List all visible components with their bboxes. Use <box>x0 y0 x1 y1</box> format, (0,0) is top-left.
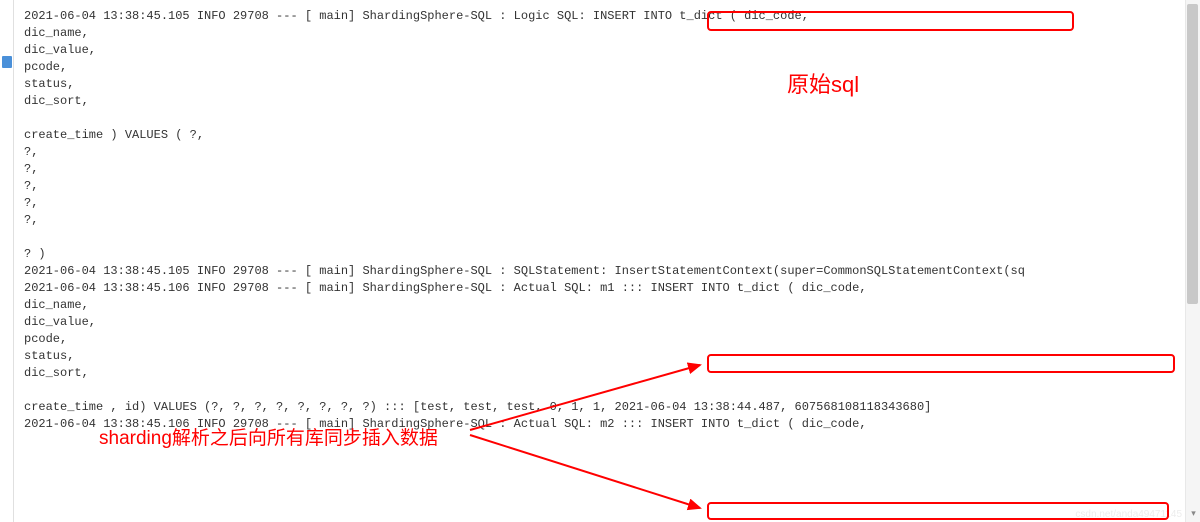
log-line: dic_name, <box>24 297 1200 314</box>
log-line <box>24 229 1200 246</box>
vertical-scrollbar[interactable]: ▾ <box>1185 0 1200 522</box>
log-line: status, <box>24 76 1200 93</box>
log-line: ?, <box>24 212 1200 229</box>
console-output[interactable]: 2021-06-04 13:38:45.105 INFO 29708 --- [… <box>0 0 1200 433</box>
log-line: ? ) <box>24 246 1200 263</box>
log-line: 2021-06-04 13:38:45.105 INFO 29708 --- [… <box>24 8 1200 25</box>
arrow-to-m2-icon <box>460 430 720 520</box>
log-line: dic_value, <box>24 314 1200 331</box>
log-line: create_time ) VALUES ( ?, <box>24 127 1200 144</box>
log-line: dic_name, <box>24 25 1200 42</box>
log-line: ?, <box>24 178 1200 195</box>
log-line <box>24 110 1200 127</box>
log-line: pcode, <box>24 59 1200 76</box>
gutter-marker <box>2 56 12 68</box>
scrollbar-thumb[interactable] <box>1187 4 1198 304</box>
log-line: ?, <box>24 161 1200 178</box>
watermark-text: csdn.net/anda49471145 <box>1075 509 1182 520</box>
log-line: dic_sort, <box>24 93 1200 110</box>
log-line: 2021-06-04 13:38:45.106 INFO 29708 --- [… <box>24 416 1200 433</box>
log-line: pcode, <box>24 331 1200 348</box>
log-line: dic_value, <box>24 42 1200 59</box>
log-line: 2021-06-04 13:38:45.105 INFO 29708 --- [… <box>24 263 1200 280</box>
log-line: create_time , id) VALUES (?, ?, ?, ?, ?,… <box>24 399 1200 416</box>
log-line: ?, <box>24 195 1200 212</box>
log-line: ?, <box>24 144 1200 161</box>
log-line: dic_sort, <box>24 365 1200 382</box>
log-line <box>24 382 1200 399</box>
log-line: status, <box>24 348 1200 365</box>
log-line: 2021-06-04 13:38:45.106 INFO 29708 --- [… <box>24 280 1200 297</box>
editor-gutter <box>0 0 14 522</box>
scrollbar-down-icon[interactable]: ▾ <box>1186 507 1200 522</box>
